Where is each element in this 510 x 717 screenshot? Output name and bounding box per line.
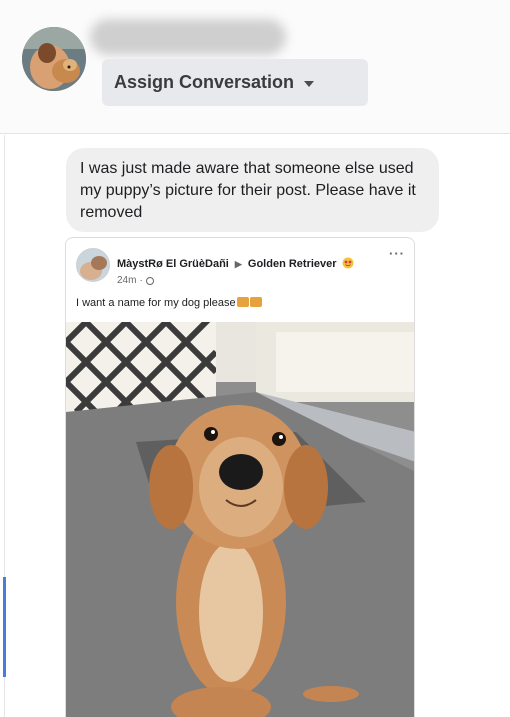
post-time[interactable]: 24m	[117, 275, 136, 286]
globe-icon	[145, 276, 154, 285]
contact-avatar[interactable]	[22, 27, 86, 91]
shared-post-card[interactable]: MàystRø El GrüèDañi ▶ Golden Retriever 2…	[65, 237, 415, 717]
arrow-right-icon: ▶	[234, 259, 242, 269]
post-caption: I want a name for my dog please	[76, 297, 262, 309]
post-author-line: MàystRø El GrüèDañi ▶ Golden Retriever	[117, 257, 354, 270]
post-author-name[interactable]: MàystRø El GrüèDañi	[117, 258, 229, 270]
more-options-icon[interactable]: ···	[389, 246, 405, 261]
cat-emoji-icon	[236, 297, 249, 307]
post-meta: 24m ·	[117, 275, 154, 286]
post-caption-text: I want a name for my dog please	[76, 297, 236, 309]
assign-conversation-label: Assign Conversation	[114, 72, 295, 92]
heart-eyes-emoji-icon	[342, 257, 354, 269]
meta-separator: ·	[139, 275, 143, 286]
conversation-header: Assign Conversation	[0, 0, 510, 134]
post-photo[interactable]	[66, 322, 414, 717]
incoming-message-bubble: I was just made aware that someone else …	[66, 148, 439, 232]
post-group-name[interactable]: Golden Retriever	[248, 258, 337, 270]
post-author-avatar[interactable]	[76, 248, 110, 282]
cat-emoji-icon	[249, 297, 262, 307]
blurred-contact-name	[90, 19, 286, 55]
scroll-indicator[interactable]	[3, 577, 6, 677]
caret-down-icon	[304, 80, 315, 87]
assign-conversation-button[interactable]: Assign Conversation	[102, 59, 368, 106]
